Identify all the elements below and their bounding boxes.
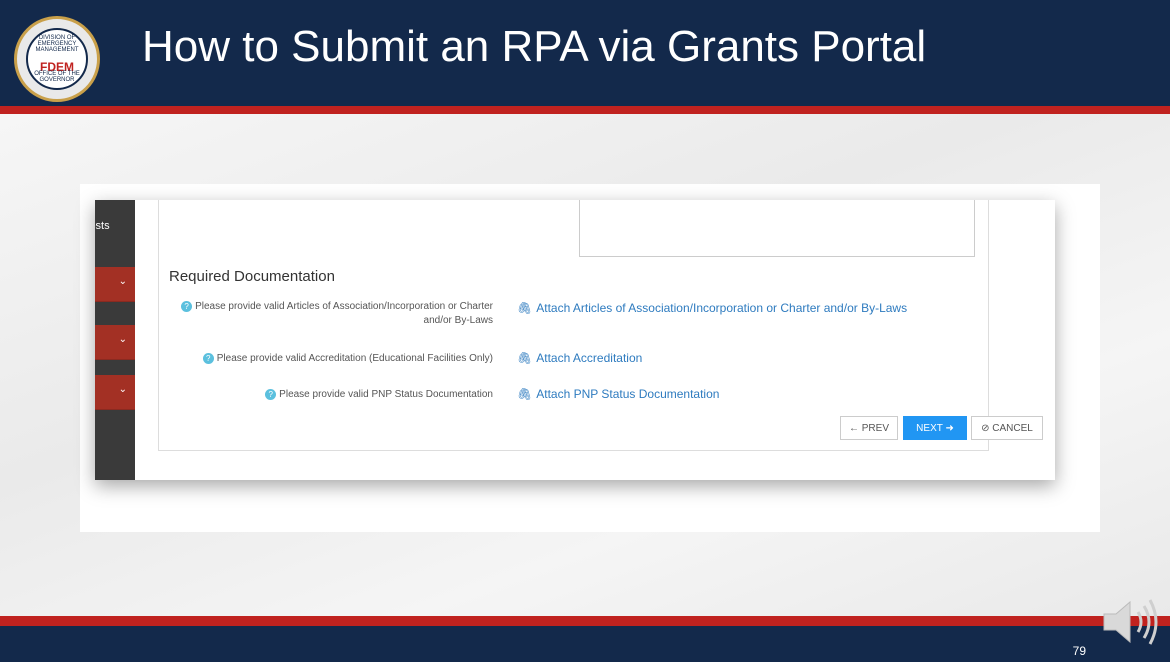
question-label-pnp-status: ? Please provide valid PNP Status Documen… — [163, 388, 493, 402]
header-red-stripe — [0, 106, 1170, 114]
cancel-button[interactable]: ⊘ CANCEL — [971, 416, 1043, 440]
attach-pnp-status-link[interactable]: 🖇 Attach PNP Status Documentation — [517, 387, 719, 401]
help-icon[interactable]: ? — [202, 353, 214, 364]
paperclip-icon: 🖇 — [517, 387, 533, 401]
sidebar-tab-3[interactable]: ⌄ — [95, 375, 135, 410]
page-number: 79 — [1072, 644, 1086, 658]
paperclip-icon: 🖇 — [517, 301, 533, 315]
question-label-articles: ? Please provide valid Articles of Associ… — [163, 300, 493, 328]
attach-accreditation-link[interactable]: 🖇 Attach Accreditation — [517, 351, 642, 365]
help-icon[interactable]: ? — [265, 389, 277, 400]
logo-top-text: DIVISION OF EMERGENCY MANAGEMENT — [35, 35, 79, 53]
speaker-icon[interactable] — [1100, 596, 1162, 648]
chevron-down-icon: ⌄ — [118, 334, 127, 345]
attach-articles-link[interactable]: 🖇 Attach Articles of Association/Incorpor… — [517, 301, 907, 315]
portal-screenshot: iests ⌄ ⌄ ⌄ Required Documentation ?Plea… — [95, 200, 1055, 480]
fdem-logo-inner: DIVISION OF EMERGENCY MANAGEMENT FDEM OF… — [26, 28, 88, 90]
sidebar-partial-text: iests — [95, 220, 110, 232]
logo-bottom-text: OFFICE OF THE GOVERNOR — [34, 71, 80, 83]
footer-red-stripe — [0, 616, 1170, 626]
chevron-down-icon: ⌄ — [118, 276, 127, 287]
help-icon[interactable]: ? — [181, 301, 193, 312]
sidebar-tab-1[interactable]: ⌄ — [95, 267, 135, 302]
fdem-logo: DIVISION OF EMERGENCY MANAGEMENT FDEM OF… — [14, 16, 100, 102]
chevron-down-icon: ⌄ — [118, 384, 127, 395]
sidebar: iests ⌄ ⌄ ⌄ — [95, 200, 135, 480]
sidebar-tab-2[interactable]: ⌄ — [95, 325, 135, 360]
question-label-accreditation: ? Please provide valid Accreditation (Edu… — [163, 352, 493, 366]
slide-title: How to Submit an RPA via Grants Portal — [142, 22, 927, 71]
prev-button[interactable]: ← PREV — [840, 416, 898, 440]
next-button[interactable]: NEXT ➜ — [903, 416, 967, 440]
comments-textarea[interactable] — [579, 200, 975, 257]
paperclip-icon: 🖇 — [517, 351, 533, 365]
slide-footer — [0, 626, 1170, 662]
section-title: Required Documentation — [169, 268, 335, 285]
required-documentation-form: Required Documentation ? Please provide v… — [158, 200, 1043, 451]
